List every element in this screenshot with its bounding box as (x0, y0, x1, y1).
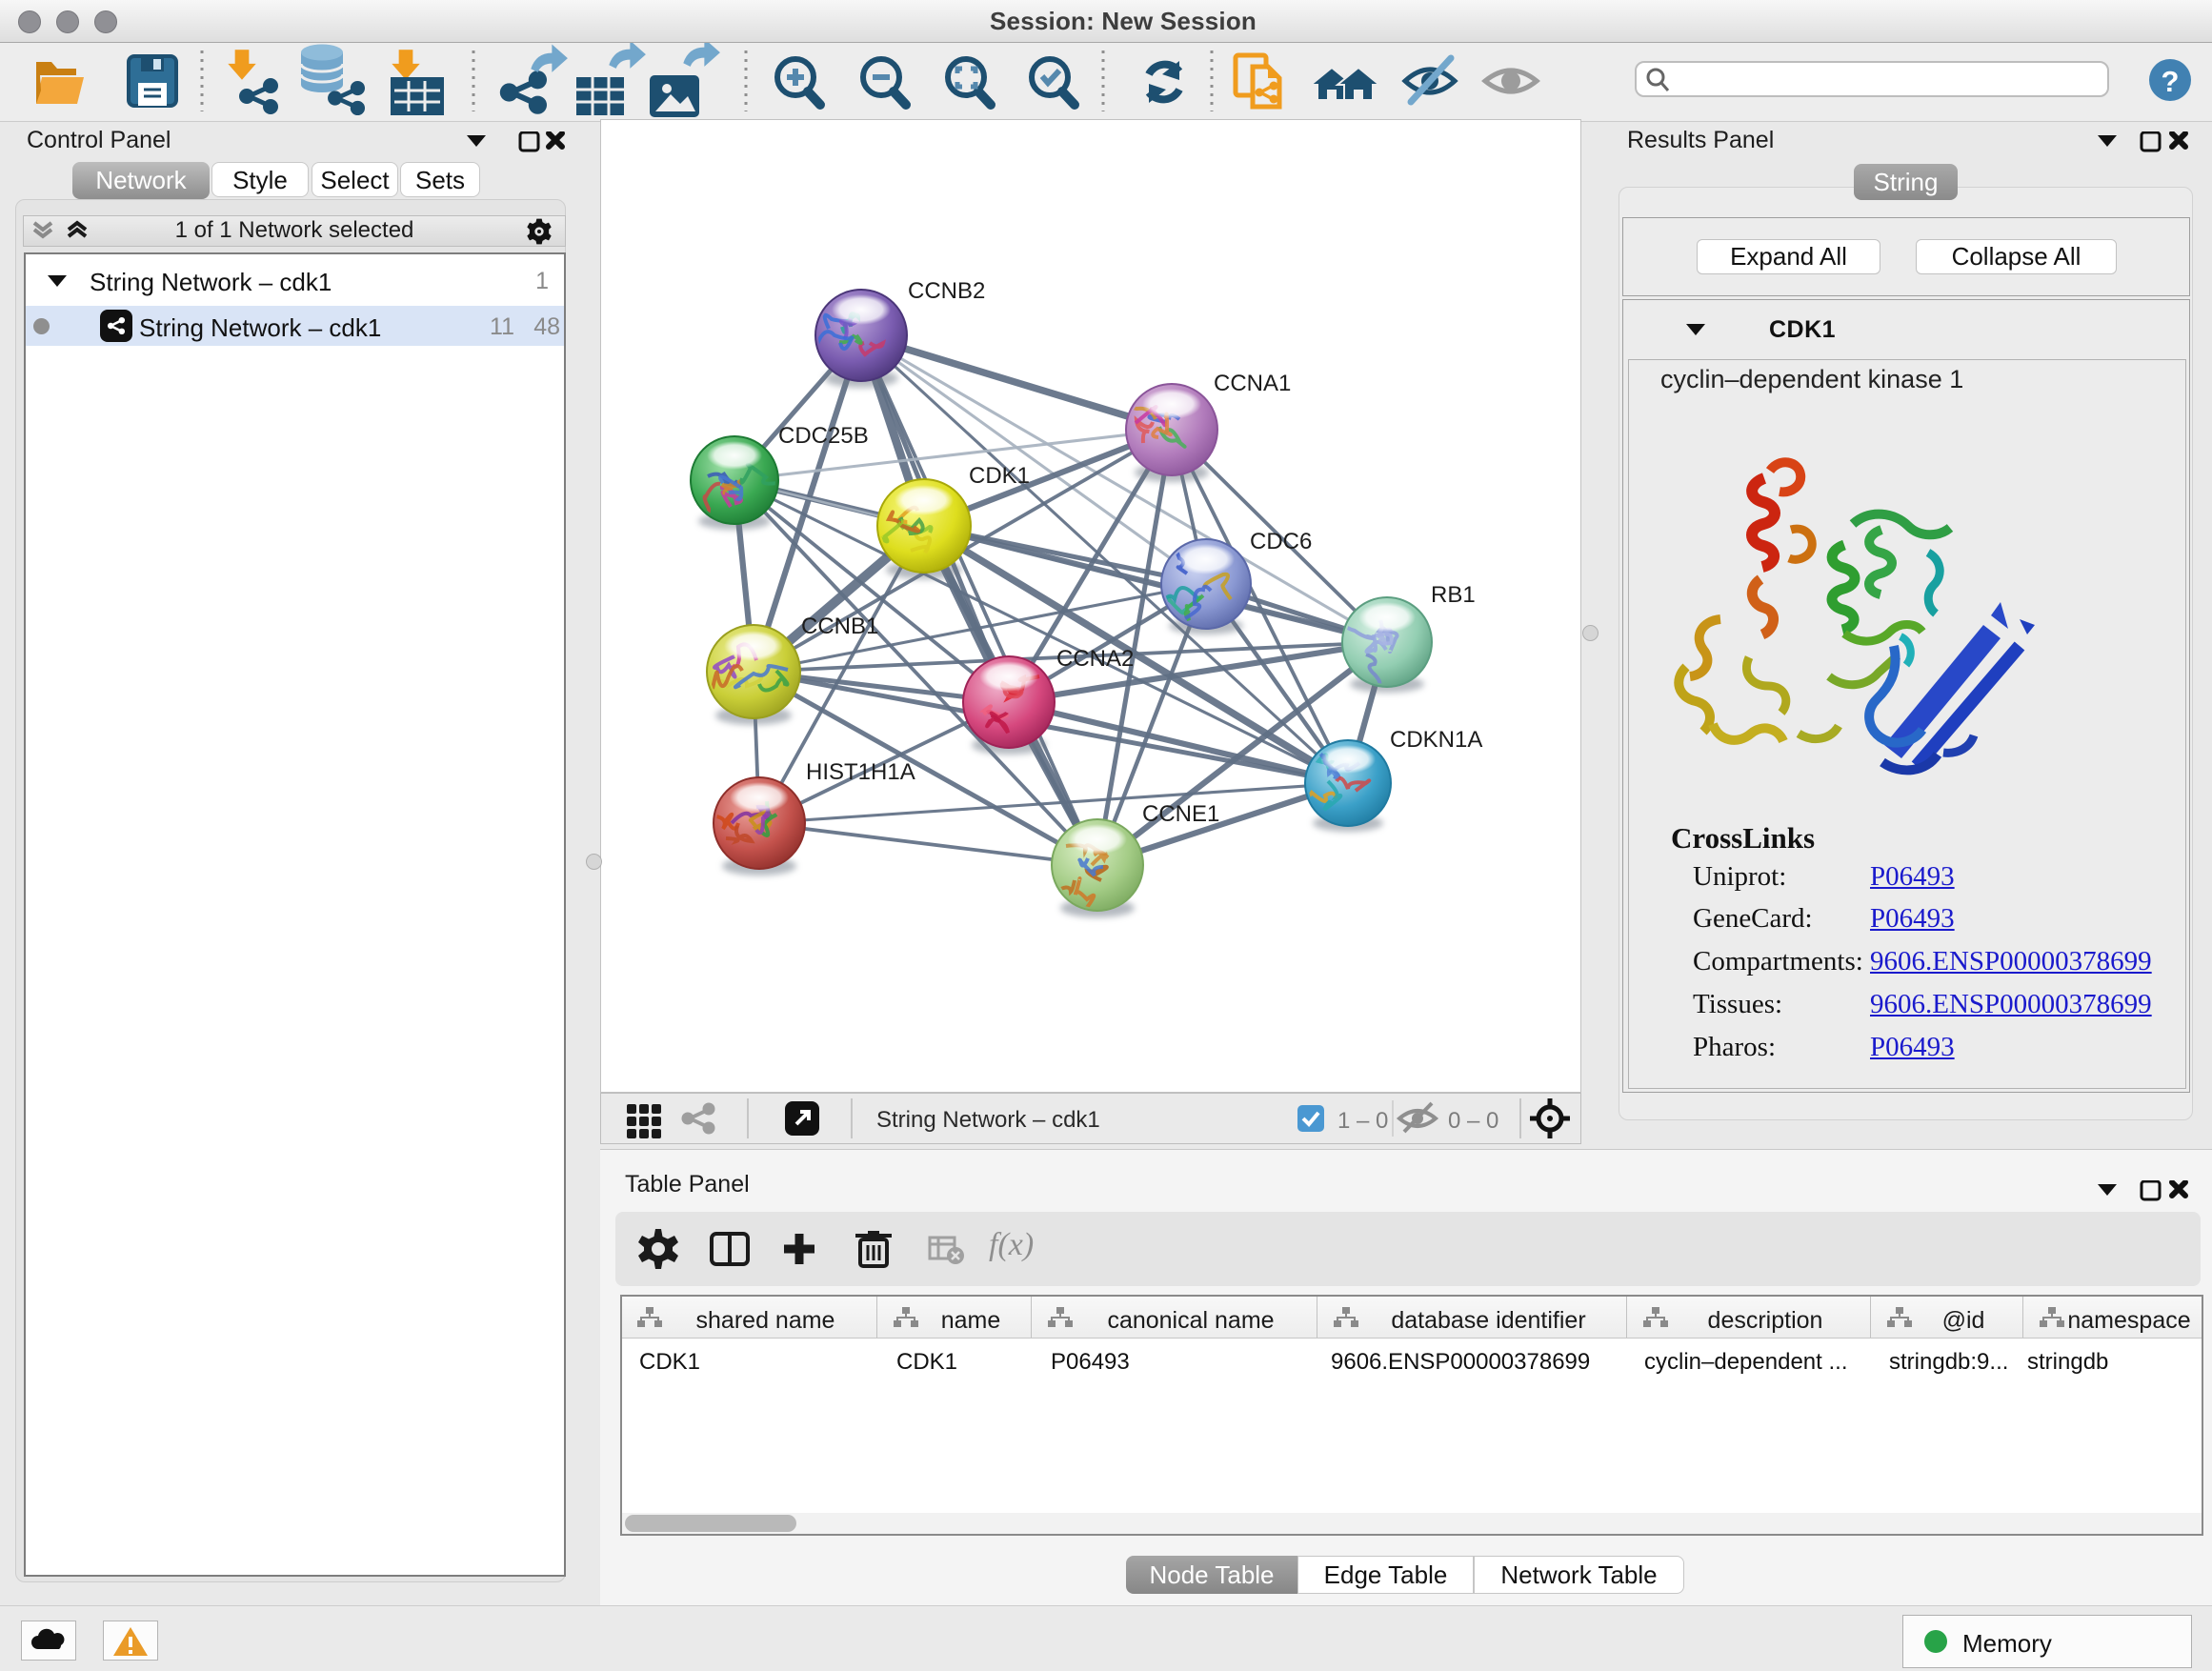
svg-text:CDC25B: CDC25B (778, 423, 869, 449)
svg-text:RB1: RB1 (1431, 582, 1476, 608)
svg-text:CDC6: CDC6 (1250, 529, 1312, 554)
svg-text:CCNB1: CCNB1 (801, 614, 878, 639)
svg-text:CCNA2: CCNA2 (1056, 646, 1134, 672)
svg-text:CDKN1A: CDKN1A (1390, 727, 1482, 753)
svg-text:CCNA1: CCNA1 (1214, 371, 1291, 396)
svg-text:HIST1H1A: HIST1H1A (806, 759, 915, 785)
svg-text:CDK1: CDK1 (969, 463, 1030, 489)
svg-text:CCNB2: CCNB2 (908, 278, 985, 304)
svg-text:CCNE1: CCNE1 (1142, 801, 1219, 827)
